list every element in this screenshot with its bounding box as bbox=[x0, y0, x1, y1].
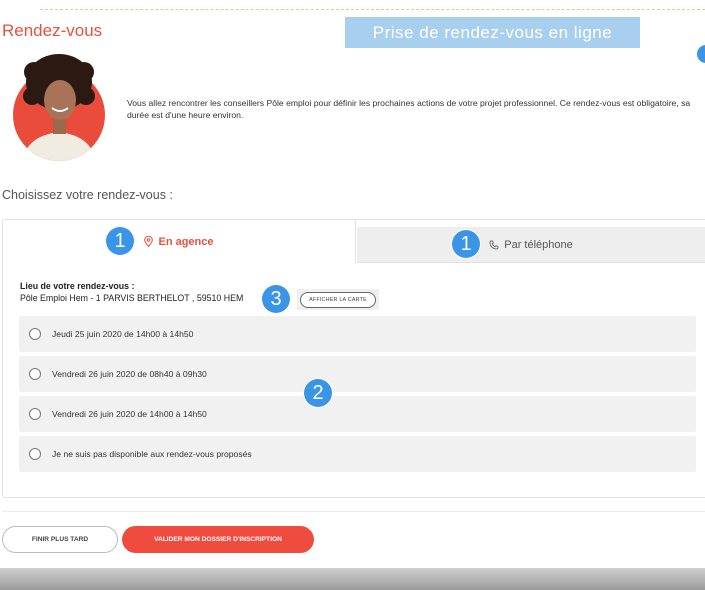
annotation-badge-edge bbox=[697, 45, 705, 63]
intro-text: Vous allez rencontrer les conseillers Pô… bbox=[127, 98, 691, 120]
top-divider bbox=[40, 9, 705, 10]
finish-later-button[interactable]: FINIR PLUS TARD bbox=[2, 526, 118, 553]
annotation-badge-1-phone: 1 bbox=[452, 230, 480, 258]
tab-en-agence-label: En agence bbox=[158, 235, 214, 248]
tab-par-telephone-label: Par téléphone bbox=[504, 238, 573, 251]
option-label: Je ne suis pas disponible aux rendez-vou… bbox=[52, 449, 252, 459]
option-item[interactable]: Je ne suis pas disponible aux rendez-vou… bbox=[19, 436, 696, 472]
page-title: Rendez-vous bbox=[2, 21, 103, 40]
show-map-button[interactable]: AFFICHER LA CARTE bbox=[297, 289, 379, 310]
choose-label: Choisissez votre rendez-vous : bbox=[2, 188, 173, 202]
validate-dossier-button[interactable]: VALIDER MON DOSSIER D'INSCRIPTION bbox=[122, 526, 314, 553]
location-value: Pôle Emploi Hem - 1 PARVIS BERTHELOT , 5… bbox=[20, 293, 244, 303]
option-label: Vendredi 26 juin 2020 de 08h40 à 09h30 bbox=[52, 369, 207, 379]
option-item[interactable]: Vendredi 26 juin 2020 de 08h40 à 09h30 bbox=[19, 356, 696, 392]
phone-icon bbox=[489, 240, 499, 249]
divider bbox=[2, 511, 705, 512]
annotation-badge-1: 1 bbox=[106, 227, 134, 255]
radio-button[interactable] bbox=[29, 328, 41, 340]
bottom-bar bbox=[0, 568, 705, 590]
annotation-badge-2: 2 bbox=[304, 379, 332, 407]
advisor-avatar bbox=[13, 54, 105, 161]
location-label: Lieu de votre rendez-vous : bbox=[20, 281, 135, 291]
location-pin-icon bbox=[144, 236, 154, 247]
option-item[interactable]: Jeudi 25 juin 2020 de 14h00 à 14h50 bbox=[19, 316, 696, 352]
radio-button[interactable] bbox=[29, 368, 41, 380]
option-item[interactable]: Vendredi 26 juin 2020 de 14h00 à 14h50 bbox=[19, 396, 696, 432]
banner-title: Prise de rendez-vous en ligne bbox=[345, 17, 640, 48]
radio-button[interactable] bbox=[29, 408, 41, 420]
radio-button[interactable] bbox=[29, 448, 41, 460]
option-label: Vendredi 26 juin 2020 de 14h00 à 14h50 bbox=[52, 409, 207, 419]
tab-par-telephone[interactable]: Par téléphone bbox=[357, 227, 705, 263]
annotation-badge-3: 3 bbox=[262, 285, 290, 313]
option-label: Jeudi 25 juin 2020 de 14h00 à 14h50 bbox=[52, 329, 194, 339]
tab-en-agence[interactable]: En agence bbox=[2, 219, 356, 263]
show-map-button-label: AFFICHER LA CARTE bbox=[300, 291, 376, 308]
